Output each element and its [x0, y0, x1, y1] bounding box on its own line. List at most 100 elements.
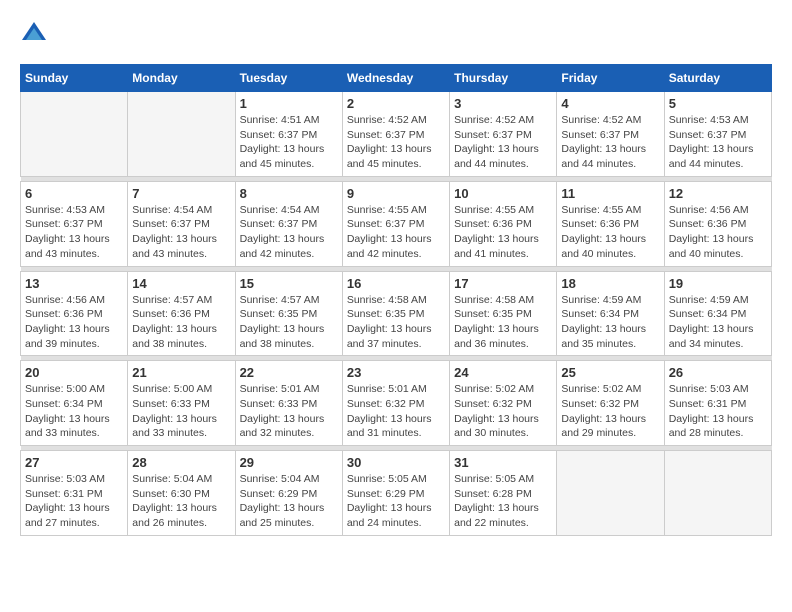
calendar-cell: 16 Sunrise: 4:58 AMSunset: 6:35 PMDayligh… [342, 271, 449, 356]
calendar-cell: 25Sunrise: 5:02 AMSunset: 6:32 PMDayligh… [557, 361, 664, 446]
day-number: 23 [347, 365, 445, 380]
day-number: 30 [347, 455, 445, 470]
day-number: 26 [669, 365, 767, 380]
calendar-cell: 17 Sunrise: 4:58 AMSunset: 6:35 PMDayligh… [450, 271, 557, 356]
calendar-cell: 23 Sunrise: 5:01 AMSunset: 6:32 PMDayligh… [342, 361, 449, 446]
day-number: 29 [240, 455, 338, 470]
calendar-cell [557, 451, 664, 536]
calendar-cell: 31 Sunrise: 5:05 AMSunset: 6:28 PMDayligh… [450, 451, 557, 536]
calendar-cell: 4 Sunrise: 4:52 AMSunset: 6:37 PMDaylight… [557, 92, 664, 177]
day-number: 17 [454, 276, 552, 291]
day-number: 24 [454, 365, 552, 380]
day-info: Sunrise: 5:01 AMSunset: 6:33 PMDaylight:… [240, 382, 338, 441]
day-number: 22 [240, 365, 338, 380]
calendar-cell: 27 Sunrise: 5:03 AMSunset: 6:31 PMDayligh… [21, 451, 128, 536]
day-info: Sunrise: 4:52 AMSunset: 6:37 PMDaylight:… [454, 113, 552, 172]
day-number: 4 [561, 96, 659, 111]
day-info: Sunrise: 4:55 AMSunset: 6:36 PMDaylight:… [454, 203, 552, 262]
calendar-cell: 10 Sunrise: 4:55 AMSunset: 6:36 PMDayligh… [450, 181, 557, 266]
day-number: 31 [454, 455, 552, 470]
calendar-cell: 13 Sunrise: 4:56 AMSunset: 6:36 PMDayligh… [21, 271, 128, 356]
day-number: 27 [25, 455, 123, 470]
day-number: 15 [240, 276, 338, 291]
day-info: Sunrise: 4:58 AMSunset: 6:35 PMDaylight:… [347, 293, 445, 352]
day-number: 3 [454, 96, 552, 111]
calendar-cell: 15 Sunrise: 4:57 AMSunset: 6:35 PMDayligh… [235, 271, 342, 356]
week-row-3: 13 Sunrise: 4:56 AMSunset: 6:36 PMDayligh… [21, 271, 772, 356]
day-number: 9 [347, 186, 445, 201]
week-row-2: 6 Sunrise: 4:53 AMSunset: 6:37 PMDaylight… [21, 181, 772, 266]
calendar-cell: 9Sunrise: 4:55 AMSunset: 6:37 PMDaylight… [342, 181, 449, 266]
calendar-cell: 30 Sunrise: 5:05 AMSunset: 6:29 PMDayligh… [342, 451, 449, 536]
calendar-cell: 11Sunrise: 4:55 AMSunset: 6:36 PMDayligh… [557, 181, 664, 266]
day-number: 11 [561, 186, 659, 201]
day-info: Sunrise: 4:54 AMSunset: 6:37 PMDaylight:… [240, 203, 338, 262]
day-info: Sunrise: 5:04 AMSunset: 6:30 PMDaylight:… [132, 472, 230, 531]
day-number: 25 [561, 365, 659, 380]
calendar-cell: 20 Sunrise: 5:00 AMSunset: 6:34 PMDayligh… [21, 361, 128, 446]
calendar-cell: 24 Sunrise: 5:02 AMSunset: 6:32 PMDayligh… [450, 361, 557, 446]
week-row-4: 20 Sunrise: 5:00 AMSunset: 6:34 PMDayligh… [21, 361, 772, 446]
logo [20, 20, 52, 48]
day-number: 10 [454, 186, 552, 201]
day-number: 1 [240, 96, 338, 111]
calendar-table: SundayMondayTuesdayWednesdayThursdayFrid… [20, 64, 772, 536]
calendar-cell: 8 Sunrise: 4:54 AMSunset: 6:37 PMDaylight… [235, 181, 342, 266]
calendar-header-friday: Friday [557, 65, 664, 92]
day-number: 18 [561, 276, 659, 291]
calendar-cell: 28 Sunrise: 5:04 AMSunset: 6:30 PMDayligh… [128, 451, 235, 536]
week-row-1: 1 Sunrise: 4:51 AMSunset: 6:37 PMDaylight… [21, 92, 772, 177]
calendar-cell: 21Sunrise: 5:00 AMSunset: 6:33 PMDayligh… [128, 361, 235, 446]
day-number: 28 [132, 455, 230, 470]
calendar-header-saturday: Saturday [664, 65, 771, 92]
day-number: 7 [132, 186, 230, 201]
calendar-cell [21, 92, 128, 177]
calendar-header-sunday: Sunday [21, 65, 128, 92]
day-info: Sunrise: 5:05 AMSunset: 6:28 PMDaylight:… [454, 472, 552, 531]
day-info: Sunrise: 5:01 AMSunset: 6:32 PMDaylight:… [347, 382, 445, 441]
day-info: Sunrise: 4:51 AMSunset: 6:37 PMDaylight:… [240, 113, 338, 172]
calendar-cell: 19Sunrise: 4:59 AMSunset: 6:34 PMDayligh… [664, 271, 771, 356]
calendar-cell [664, 451, 771, 536]
calendar-cell: 29 Sunrise: 5:04 AMSunset: 6:29 PMDayligh… [235, 451, 342, 536]
day-info: Sunrise: 5:00 AMSunset: 6:34 PMDaylight:… [25, 382, 123, 441]
calendar-cell: 6 Sunrise: 4:53 AMSunset: 6:37 PMDaylight… [21, 181, 128, 266]
calendar-cell [128, 92, 235, 177]
day-number: 2 [347, 96, 445, 111]
calendar-cell: 12Sunrise: 4:56 AMSunset: 6:36 PMDayligh… [664, 181, 771, 266]
day-info: Sunrise: 4:52 AMSunset: 6:37 PMDaylight:… [561, 113, 659, 172]
day-info: Sunrise: 4:53 AMSunset: 6:37 PMDaylight:… [25, 203, 123, 262]
calendar-cell: 2 Sunrise: 4:52 AMSunset: 6:37 PMDaylight… [342, 92, 449, 177]
day-info: Sunrise: 5:02 AMSunset: 6:32 PMDaylight:… [454, 382, 552, 441]
calendar-cell: 22 Sunrise: 5:01 AMSunset: 6:33 PMDayligh… [235, 361, 342, 446]
calendar-cell: 26 Sunrise: 5:03 AMSunset: 6:31 PMDayligh… [664, 361, 771, 446]
day-info: Sunrise: 4:52 AMSunset: 6:37 PMDaylight:… [347, 113, 445, 172]
day-number: 19 [669, 276, 767, 291]
day-info: Sunrise: 4:57 AMSunset: 6:35 PMDaylight:… [240, 293, 338, 352]
calendar-cell: 3 Sunrise: 4:52 AMSunset: 6:37 PMDaylight… [450, 92, 557, 177]
day-number: 20 [25, 365, 123, 380]
day-info: Sunrise: 5:04 AMSunset: 6:29 PMDaylight:… [240, 472, 338, 531]
day-info: Sunrise: 4:58 AMSunset: 6:35 PMDaylight:… [454, 293, 552, 352]
calendar-header-tuesday: Tuesday [235, 65, 342, 92]
calendar-header-row: SundayMondayTuesdayWednesdayThursdayFrid… [21, 65, 772, 92]
day-info: Sunrise: 5:05 AMSunset: 6:29 PMDaylight:… [347, 472, 445, 531]
calendar-header-monday: Monday [128, 65, 235, 92]
calendar-cell: 5 Sunrise: 4:53 AMSunset: 6:37 PMDaylight… [664, 92, 771, 177]
day-info: Sunrise: 4:56 AMSunset: 6:36 PMDaylight:… [25, 293, 123, 352]
day-number: 16 [347, 276, 445, 291]
calendar-header-wednesday: Wednesday [342, 65, 449, 92]
calendar-cell: 7 Sunrise: 4:54 AMSunset: 6:37 PMDaylight… [128, 181, 235, 266]
day-number: 8 [240, 186, 338, 201]
calendar-cell: 14Sunrise: 4:57 AMSunset: 6:36 PMDayligh… [128, 271, 235, 356]
day-info: Sunrise: 5:03 AMSunset: 6:31 PMDaylight:… [669, 382, 767, 441]
logo-icon [20, 20, 48, 48]
day-number: 6 [25, 186, 123, 201]
day-info: Sunrise: 5:03 AMSunset: 6:31 PMDaylight:… [25, 472, 123, 531]
day-number: 5 [669, 96, 767, 111]
day-number: 13 [25, 276, 123, 291]
day-info: Sunrise: 4:59 AMSunset: 6:34 PMDaylight:… [561, 293, 659, 352]
day-info: Sunrise: 4:54 AMSunset: 6:37 PMDaylight:… [132, 203, 230, 262]
day-info: Sunrise: 4:56 AMSunset: 6:36 PMDaylight:… [669, 203, 767, 262]
day-info: Sunrise: 4:53 AMSunset: 6:37 PMDaylight:… [669, 113, 767, 172]
